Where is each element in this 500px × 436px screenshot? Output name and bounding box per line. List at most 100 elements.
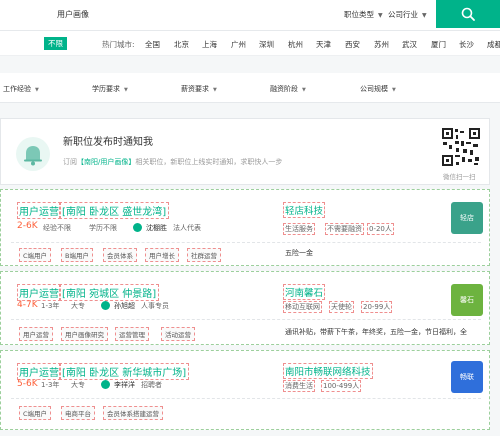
filter-label: 工作经验 — [3, 85, 31, 93]
city-item[interactable]: 广州 — [231, 39, 246, 50]
filter-salary[interactable]: 薪资要求 ▼ — [181, 84, 217, 94]
job-tag: 活动运营 — [161, 327, 195, 341]
avatar — [101, 380, 110, 389]
recruiter-name: 沈棚胜 — [146, 224, 167, 232]
job-location: [南阳 宛城区 仲景路] — [59, 284, 160, 301]
top-search-bar: 职位类型 ▼ 公司行业 ▼ — [0, 0, 500, 30]
city-item[interactable]: 西安 — [345, 39, 360, 50]
job-education: 学历不限 — [89, 224, 117, 232]
chevron-down-icon: ▼ — [392, 87, 396, 93]
job-location: [南阳 卧龙区 新华城市广场] — [59, 363, 190, 380]
job-benefits: 五险一金 — [285, 249, 313, 257]
company-size: 20-99人 — [361, 301, 393, 313]
spacer — [0, 57, 500, 73]
chevron-down-icon: ▼ — [35, 87, 39, 93]
filter-education[interactable]: 学历要求 ▼ — [92, 84, 128, 94]
job-salary: 4-7K — [17, 300, 38, 310]
job-experience: 经验不限 — [43, 224, 71, 232]
position-type-label: 职位类型 — [344, 10, 374, 19]
job-tag: 用户增长 — [145, 248, 179, 262]
chevron-down-icon: ▼ — [422, 12, 427, 19]
filter-label: 学历要求 — [92, 85, 120, 93]
company-funding: 天使轮 — [329, 301, 354, 313]
company-size: 100-499人 — [321, 380, 362, 392]
city-item[interactable]: 深圳 — [259, 39, 274, 50]
company-name[interactable]: 河南馨石 — [283, 284, 326, 300]
city-item[interactable]: 杭州 — [288, 39, 303, 50]
filter-label: 薪资要求 — [181, 85, 209, 93]
company-industry-select[interactable]: 公司行业 ▼ — [388, 9, 427, 20]
job-tag: C端用户 — [19, 406, 52, 420]
recruiter-role: 人事专员 — [141, 302, 169, 310]
notify-desc-keyword: 【南阳/用户画像】 — [77, 158, 136, 166]
city-filter-row: 不限 热门城市: 全国 北京 上海 广州 深圳 杭州 天津 西安 苏州 武汉 厦… — [0, 31, 500, 56]
filter-funding[interactable]: 融资阶段 ▼ — [270, 84, 306, 94]
filter-company-size[interactable]: 公司规模 ▼ — [360, 84, 396, 94]
job-experience: 1-3年 — [41, 302, 60, 310]
city-item[interactable]: 长沙 — [459, 39, 474, 50]
job-tag: 会员体系 — [103, 248, 137, 262]
company-industry-label: 公司行业 — [388, 10, 418, 19]
city-item[interactable]: 全国 — [145, 39, 160, 50]
company-industry: 消费生活 — [283, 380, 315, 392]
search-input[interactable] — [57, 4, 337, 24]
city-item[interactable]: 厦门 — [431, 39, 446, 50]
company-name[interactable]: 南阳市畅联网络科技 — [283, 363, 373, 379]
job-tag: 运营管理 — [115, 327, 149, 341]
notify-title: 新职位发布时通知我 — [63, 137, 153, 148]
position-type-select[interactable]: 职位类型 ▼ — [344, 9, 383, 20]
search-button[interactable] — [436, 0, 500, 28]
job-benefits: 通讯补贴，带薪下午茶，年终奖，五险一金，节日福利，全 — [285, 328, 467, 336]
job-tag: 社群运营 — [187, 248, 221, 262]
qr-code-icon — [441, 127, 481, 167]
company-funding: 不需要融资 — [325, 223, 364, 235]
company-logo[interactable]: 轻店 — [451, 202, 483, 234]
city-current[interactable]: 不限 — [44, 37, 67, 50]
job-location: [南阳 卧龙区 盛世龙湾] — [59, 202, 170, 219]
job-card[interactable]: 用户运营 [南阳 宛城区 仲景路] 4-7K 1-3年 大专 孙旭超 人事专员 … — [0, 271, 490, 345]
city-item[interactable]: 武汉 — [402, 39, 417, 50]
search-icon — [461, 7, 475, 21]
job-salary: 5-6K — [17, 379, 38, 389]
subscribe-notice-card: 新职位发布时通知我 订阅【南阳/用户画像】相关职位，新职位上线实时通知，求职快人… — [0, 118, 490, 185]
notify-description: 订阅【南阳/用户画像】相关职位，新职位上线实时通知，求职快人一步 — [63, 157, 282, 167]
company-industry: 移动互联网 — [283, 301, 322, 313]
job-title[interactable]: 用户运营 — [17, 363, 61, 380]
company-logo-text: 馨石 — [460, 296, 474, 304]
divider — [11, 319, 481, 320]
job-card[interactable]: 用户运营 [南阳 卧龙区 新华城市广场] 5-6K 1-3年 大专 李祥洋 招聘… — [0, 350, 490, 430]
job-education: 大专 — [71, 302, 85, 310]
job-tag: B端用户 — [61, 248, 93, 262]
company-industry: 生活服务 — [283, 223, 315, 235]
divider — [11, 398, 481, 399]
job-salary: 2-6K — [17, 221, 38, 231]
job-tag: C端用户 — [19, 248, 52, 262]
job-tag: 用户运营 — [19, 327, 53, 341]
job-tag: 用户画像研究 — [61, 327, 108, 341]
recruiter-role: 招聘者 — [141, 381, 162, 389]
city-item[interactable]: 北京 — [174, 39, 189, 50]
job-title[interactable]: 用户运营 — [17, 202, 61, 219]
city-item[interactable]: 苏州 — [374, 39, 389, 50]
notify-desc-suffix: 相关职位，新职位上线实时通知，求职快人一步 — [135, 158, 283, 166]
company-logo[interactable]: 畅联 — [451, 361, 483, 393]
city-item[interactable]: 上海 — [202, 39, 217, 50]
company-size: 0-20人 — [367, 223, 394, 235]
chevron-down-icon: ▼ — [213, 87, 217, 93]
filter-row: 工作经验 ▼ 学历要求 ▼ 薪资要求 ▼ 融资阶段 ▼ 公司规模 ▼ — [0, 73, 500, 103]
bell-icon — [16, 137, 50, 171]
company-logo-text: 畅联 — [460, 373, 474, 381]
hot-cities-label: 热门城市: — [102, 40, 135, 49]
city-item[interactable]: 成都 — [487, 39, 500, 50]
job-experience: 1-3年 — [41, 381, 60, 389]
job-title[interactable]: 用户运营 — [17, 284, 61, 301]
filter-experience[interactable]: 工作经验 ▼ — [3, 84, 39, 94]
company-name[interactable]: 轻店科技 — [283, 202, 326, 218]
recruiter-name: 李祥洋 — [114, 381, 135, 389]
recruiter-role: 法人代表 — [173, 224, 201, 232]
chevron-down-icon: ▼ — [124, 87, 128, 93]
notify-desc-prefix: 订阅 — [63, 158, 77, 166]
job-card[interactable]: 用户运营 [南阳 卧龙区 盛世龙湾] 2-6K 经验不限 学历不限 沈棚胜 法人… — [0, 189, 490, 266]
company-logo[interactable]: 馨石 — [451, 284, 483, 316]
city-item[interactable]: 天津 — [316, 39, 331, 50]
